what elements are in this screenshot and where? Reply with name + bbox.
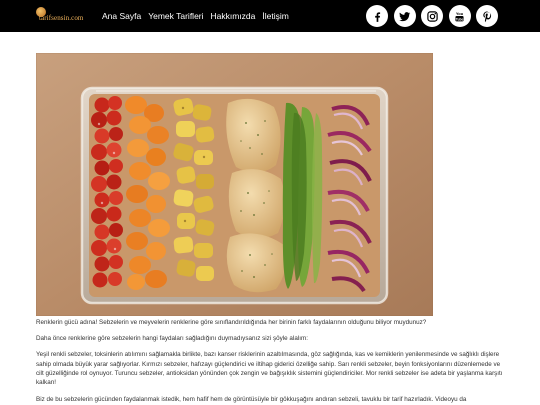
- vegetables-chicken-tray-image: [36, 53, 433, 316]
- logo-text: tarifsensin.com: [39, 14, 84, 22]
- article-paragraph: Yeşil renkli sebzeler, toksinlerin atılı…: [36, 351, 503, 387]
- nav-item-ana-sayfa[interactable]: Ana Sayfa: [102, 10, 141, 22]
- svg-text:Tube: Tube: [456, 17, 464, 21]
- site-logo[interactable]: tarifsensin.com: [36, 6, 98, 26]
- social-links: Tube You: [366, 5, 498, 27]
- article-paragraph: Daha önce renklerine göre sebzelerin han…: [36, 335, 308, 343]
- facebook-icon: [374, 11, 380, 22]
- article-paragraph: Biz de bu sebzelerin gücünden faydalanma…: [36, 395, 467, 403]
- pinterest-icon: [482, 10, 491, 22]
- pinterest-link[interactable]: [476, 5, 498, 27]
- instagram-icon: [426, 10, 438, 22]
- twitter-link[interactable]: [393, 5, 416, 27]
- facebook-link[interactable]: [366, 5, 388, 27]
- nav-item-iletisim[interactable]: İletişim: [262, 10, 288, 22]
- main-menu: Ana Sayfa Yemek Tarifleri Hakkımızda İle…: [102, 10, 289, 22]
- recipe-photo: [36, 53, 433, 316]
- instagram-link[interactable]: [421, 5, 443, 27]
- nav-item-hakkimizda[interactable]: Hakkımızda: [211, 10, 256, 22]
- youtube-icon: TubeYou: [455, 11, 464, 21]
- twitter-icon: [399, 11, 411, 21]
- top-navigation-bar: tarifsensin.com Ana Sayfa Yemek Tarifler…: [0, 0, 540, 32]
- nav-item-yemek-tarifleri[interactable]: Yemek Tarifleri: [148, 10, 203, 22]
- article-body: Renklerin gücü adına! Sebzelerin ve meyv…: [36, 318, 503, 405]
- youtube-link[interactable]: Tube You: [448, 5, 471, 27]
- svg-text:You: You: [456, 11, 464, 16]
- article-paragraph: Renklerin gücü adına! Sebzelerin ve meyv…: [36, 319, 427, 326]
